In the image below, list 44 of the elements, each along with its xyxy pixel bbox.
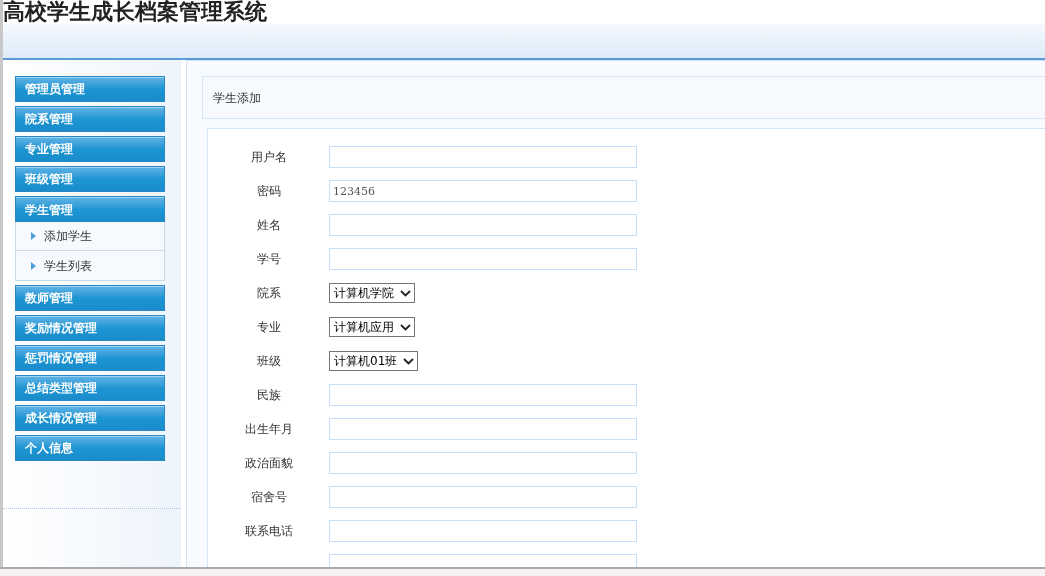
field-label: 班级 (256, 353, 281, 370)
sidebar-menu-item[interactable]: 惩罚情况管理 (15, 345, 165, 371)
input-field[interactable] (329, 418, 637, 440)
input-field[interactable] (329, 248, 637, 270)
app-title: 高校学生成长档案管理系统 (3, 1, 267, 23)
field-label: 出生年月 (244, 421, 293, 438)
input-field[interactable] (329, 486, 637, 508)
sidebar-menu-item[interactable]: 管理员管理 (15, 76, 165, 102)
triangle-icon (31, 261, 36, 270)
input-field[interactable] (329, 384, 637, 406)
field-label: 密码 (256, 183, 281, 200)
input-field[interactable]: 123456 (329, 180, 637, 202)
input-field[interactable] (329, 520, 637, 542)
field-label: 政治面貌 (244, 455, 293, 472)
field-label: 民族 (256, 387, 281, 404)
panel-title: 学生添加 (213, 89, 261, 107)
sidebar-menu-item[interactable]: 总结类型管理 (15, 375, 165, 401)
input-field[interactable] (329, 214, 637, 236)
field-label: 学号 (256, 251, 281, 268)
field-label: 用户名 (250, 149, 287, 166)
chevron-down-icon (400, 323, 411, 331)
submenu-item[interactable]: 添加学生 (16, 222, 164, 251)
triangle-icon (31, 232, 36, 240)
sidebar-menu-item[interactable]: 专业管理 (15, 136, 165, 162)
field-label: 宿舍号 (250, 489, 287, 506)
submenu-item[interactable]: 学生列表 (16, 251, 164, 280)
chevron-down-icon (403, 357, 415, 365)
input-field[interactable] (329, 146, 637, 168)
sidebar-menu-item[interactable]: 院系管理 (15, 106, 165, 132)
sidebar-menu-item[interactable]: 个人信息 (15, 435, 165, 461)
field-label: 院系 (256, 285, 281, 302)
field-label: 联系电话 (244, 523, 293, 540)
sidebar-menu-item[interactable]: 成长情况管理 (15, 405, 165, 431)
sidebar-menu-item[interactable]: 奖励情况管理 (15, 315, 165, 341)
field-label: 专业 (256, 319, 281, 336)
field-label: 姓名 (256, 217, 281, 234)
dropdown[interactable]: 计算机01班 (329, 351, 419, 371)
dropdown[interactable]: 计算机学院 (329, 283, 415, 303)
chevron-down-icon (400, 289, 411, 297)
sidebar-menu-item[interactable]: 教师管理 (15, 285, 165, 311)
dropdown[interactable]: 计算机应用 (329, 317, 415, 337)
input-field[interactable] (329, 452, 637, 474)
sidebar-menu-item[interactable]: 学生管理 (15, 196, 165, 222)
sidebar-menu-item[interactable]: 班级管理 (15, 166, 165, 192)
